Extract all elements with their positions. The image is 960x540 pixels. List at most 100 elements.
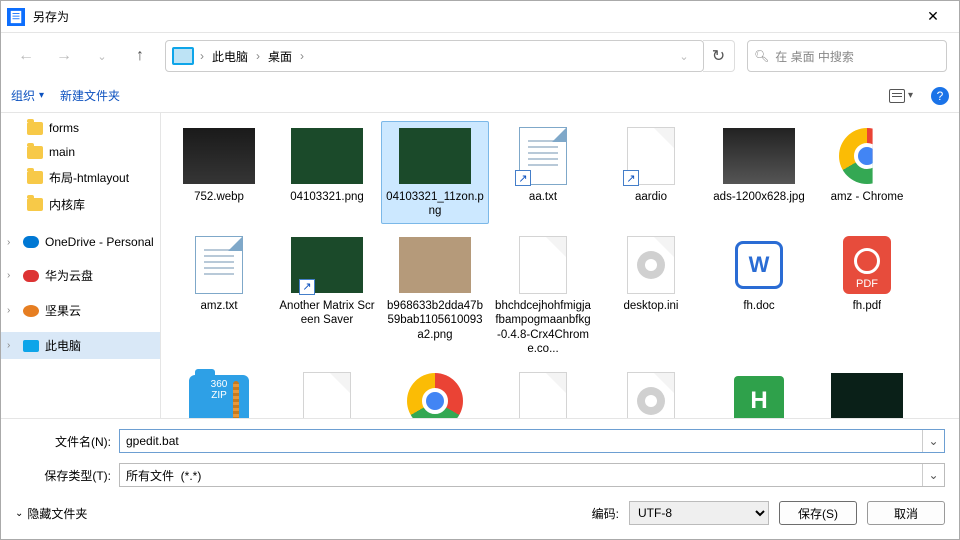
chevron-right-icon: ›: [7, 237, 17, 248]
folder-icon: [27, 146, 43, 159]
tree-folder[interactable]: forms: [1, 116, 160, 140]
new-folder-button[interactable]: 新建文件夹: [60, 87, 120, 104]
search-placeholder: 在 桌面 中搜索: [775, 48, 854, 65]
file-item[interactable]: b968633b2dda47b59bab1105610093a2.png: [381, 230, 489, 360]
file-item[interactable]: Wfh.doc: [705, 230, 813, 360]
tree-this-pc[interactable]: ›此电脑: [1, 332, 160, 359]
tree-cloud[interactable]: ›坚果云: [1, 297, 160, 324]
file-item[interactable]: 360ZIP: [165, 366, 273, 418]
file-item[interactable]: amz.txt: [165, 230, 273, 360]
body: forms main布局-htmlayout内核库 ›OneDrive - Pers…: [1, 113, 959, 419]
doc-icon: W: [735, 241, 783, 289]
back-button[interactable]: ←: [13, 43, 39, 69]
file-thumb: [507, 371, 579, 418]
file-item[interactable]: 04103321.png: [273, 121, 381, 224]
file-item[interactable]: [813, 366, 921, 418]
view-icon: [889, 89, 905, 103]
file-icon: [303, 372, 351, 418]
notepad-icon: [7, 8, 25, 26]
pc-icon: [23, 340, 39, 352]
file-item[interactable]: [381, 366, 489, 418]
file-item[interactable]: desktop.ini: [597, 230, 705, 360]
file-name: 04103321.png: [290, 190, 364, 204]
tree-folder[interactable]: main: [1, 140, 160, 164]
up-button[interactable]: ↑: [127, 43, 153, 69]
file-name: Another Matrix Screen Saver: [278, 299, 376, 328]
settings-file-icon: [627, 372, 675, 418]
file-item[interactable]: [597, 366, 705, 418]
forward-button[interactable]: →: [51, 43, 77, 69]
file-thumb: ↗: [507, 126, 579, 186]
save-button[interactable]: 保存(S): [779, 501, 857, 525]
view-options-button[interactable]: ▾: [887, 83, 915, 109]
tree-cloud[interactable]: ›华为云盘: [1, 262, 160, 289]
files-grid: 752.webp04103321.png04103321_11zon.png↗a…: [165, 121, 955, 418]
titlebar: 另存为 ✕: [1, 1, 959, 33]
search-box[interactable]: 🔍︎ 在 桌面 中搜索: [747, 40, 947, 72]
save-as-dialog: 另存为 ✕ ← → ⌄ ↑ › 此电脑 › 桌面 › ⌄ ↻ 🔍︎ 在 桌面 中…: [0, 0, 960, 540]
file-thumb: [291, 126, 363, 186]
file-item[interactable]: 752.webp: [165, 121, 273, 224]
filename-input[interactable]: [120, 430, 922, 452]
file-item[interactable]: amz - Chrome: [813, 121, 921, 224]
pc-icon: [172, 47, 194, 65]
pdf-icon: PDF: [843, 236, 891, 294]
cancel-button[interactable]: 取消: [867, 501, 945, 525]
organize-label: 组织: [11, 87, 35, 104]
file-thumb: [399, 371, 471, 418]
close-button[interactable]: ✕: [913, 3, 953, 31]
file-item[interactable]: bhchdcejhohfmigjafbampogmaanbfkg-0.4.8-C…: [489, 230, 597, 360]
file-item[interactable]: [489, 366, 597, 418]
encoding-select[interactable]: UTF-8: [629, 501, 769, 525]
file-pane[interactable]: 752.webp04103321.png04103321_11zon.png↗a…: [161, 113, 959, 418]
file-name: amz.txt: [200, 299, 237, 313]
file-thumb: [183, 235, 255, 295]
crumb-desktop[interactable]: 桌面: [266, 48, 294, 65]
recent-button[interactable]: ⌄: [89, 43, 115, 69]
file-item[interactable]: H: [705, 366, 813, 418]
chevron-right-icon: ›: [300, 49, 304, 63]
filetype-label: 保存类型(T):: [15, 467, 111, 484]
file-thumb: ↗: [615, 126, 687, 186]
filetype-input[interactable]: [120, 464, 922, 486]
tree-folder[interactable]: 内核库: [1, 191, 160, 218]
file-name: aa.txt: [529, 190, 557, 204]
cloud-icon: [23, 305, 39, 317]
file-item[interactable]: ads-1200x628.jpg: [705, 121, 813, 224]
hide-folders-toggle[interactable]: ⌄ 隐藏文件夹: [15, 505, 87, 522]
filetype-dropdown[interactable]: ⌄: [922, 464, 944, 486]
window-title: 另存为: [33, 8, 913, 25]
text-file-icon: [195, 236, 243, 294]
file-item[interactable]: ↗ aa.txt: [489, 121, 597, 224]
chevron-down-icon: ▾: [39, 90, 44, 101]
file-item[interactable]: 04103321_11zon.png: [381, 121, 489, 224]
crumb-pc[interactable]: 此电脑: [210, 48, 250, 65]
image-thumb: [831, 373, 903, 418]
file-item[interactable]: PDF fh.pdf: [813, 230, 921, 360]
tree-label: forms: [49, 121, 79, 135]
file-name: b968633b2dda47b59bab1105610093a2.png: [386, 299, 484, 342]
file-item[interactable]: ↗ Another Matrix Screen Saver: [273, 230, 381, 360]
zip-icon: 360ZIP: [189, 375, 249, 418]
file-name: bhchdcejhohfmigjafbampogmaanbfkg-0.4.8-C…: [494, 299, 592, 355]
filetype-field[interactable]: ⌄: [119, 463, 945, 487]
tree-folder[interactable]: 布局-htmlayout: [1, 164, 160, 191]
filename-field[interactable]: ⌄: [119, 429, 945, 453]
organize-menu[interactable]: 组织 ▾: [11, 87, 44, 104]
tree-cloud[interactable]: ›OneDrive - Personal: [1, 230, 160, 254]
file-thumb: [399, 126, 471, 186]
address-dropdown[interactable]: ⌄: [671, 43, 697, 69]
chevron-right-icon: ›: [200, 49, 204, 63]
image-thumb: [399, 237, 471, 293]
file-name: fh.doc: [743, 299, 774, 313]
shortcut-badge: ↗: [299, 279, 315, 295]
refresh-button[interactable]: ↻: [703, 40, 735, 72]
file-item[interactable]: ↗aardio: [597, 121, 705, 224]
chevron-right-icon: ›: [7, 305, 17, 316]
help-button[interactable]: ?: [931, 87, 949, 105]
file-item[interactable]: [273, 366, 381, 418]
address-bar[interactable]: › 此电脑 › 桌面 › ⌄: [165, 40, 704, 72]
filename-dropdown[interactable]: ⌄: [922, 430, 944, 452]
sidebar: forms main布局-htmlayout内核库 ›OneDrive - Pers…: [1, 113, 161, 418]
file-name: fh.pdf: [853, 299, 882, 313]
